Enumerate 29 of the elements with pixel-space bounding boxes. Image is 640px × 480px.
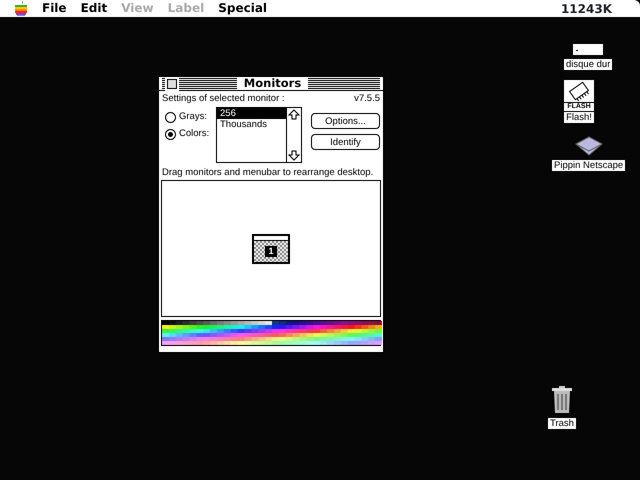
settings-heading: Settings of selected monitor :	[162, 93, 285, 105]
memory-chip-icon[interactable]	[564, 80, 594, 102]
monitor-number: 1	[265, 246, 276, 256]
close-box[interactable]	[167, 78, 177, 88]
scroll-down-icon[interactable]	[287, 148, 301, 162]
menu-item[interactable]: Special	[218, 1, 268, 16]
icon-label[interactable]: Flash!	[564, 112, 594, 123]
version-label: v7.5.5	[354, 93, 380, 105]
radio-label: Grays:	[179, 110, 207, 124]
cd-icon[interactable]	[574, 136, 603, 156]
radio-button[interactable]	[165, 112, 176, 123]
memory-readout: 11243K	[560, 0, 612, 18]
list-item[interactable]: 256	[217, 108, 286, 119]
scroll-up-icon[interactable]	[287, 108, 301, 122]
dialog-button[interactable]: Options...	[311, 113, 380, 129]
arrange-hint: Drag monitors and menubar to rearrange desktop.	[162, 167, 374, 179]
icon-label[interactable]: disque dur	[564, 59, 612, 70]
icon-label[interactable]: Pippin Netscape	[552, 160, 626, 171]
list-item[interactable]: Thousands	[217, 119, 286, 130]
menu-item[interactable]: File	[42, 1, 67, 16]
dialog-button[interactable]: Identify	[311, 134, 380, 150]
radio-button[interactable]	[165, 128, 176, 140]
monitor-icon[interactable]: 1	[252, 234, 290, 264]
window-title: Monitors	[236, 77, 308, 90]
apple-icon[interactable]	[14, 1, 28, 16]
menu-item[interactable]: Edit	[80, 1, 108, 16]
radio-label: Colors:	[179, 127, 210, 142]
icon-label[interactable]: Trash	[548, 418, 576, 429]
trash-icon[interactable]	[550, 386, 573, 414]
